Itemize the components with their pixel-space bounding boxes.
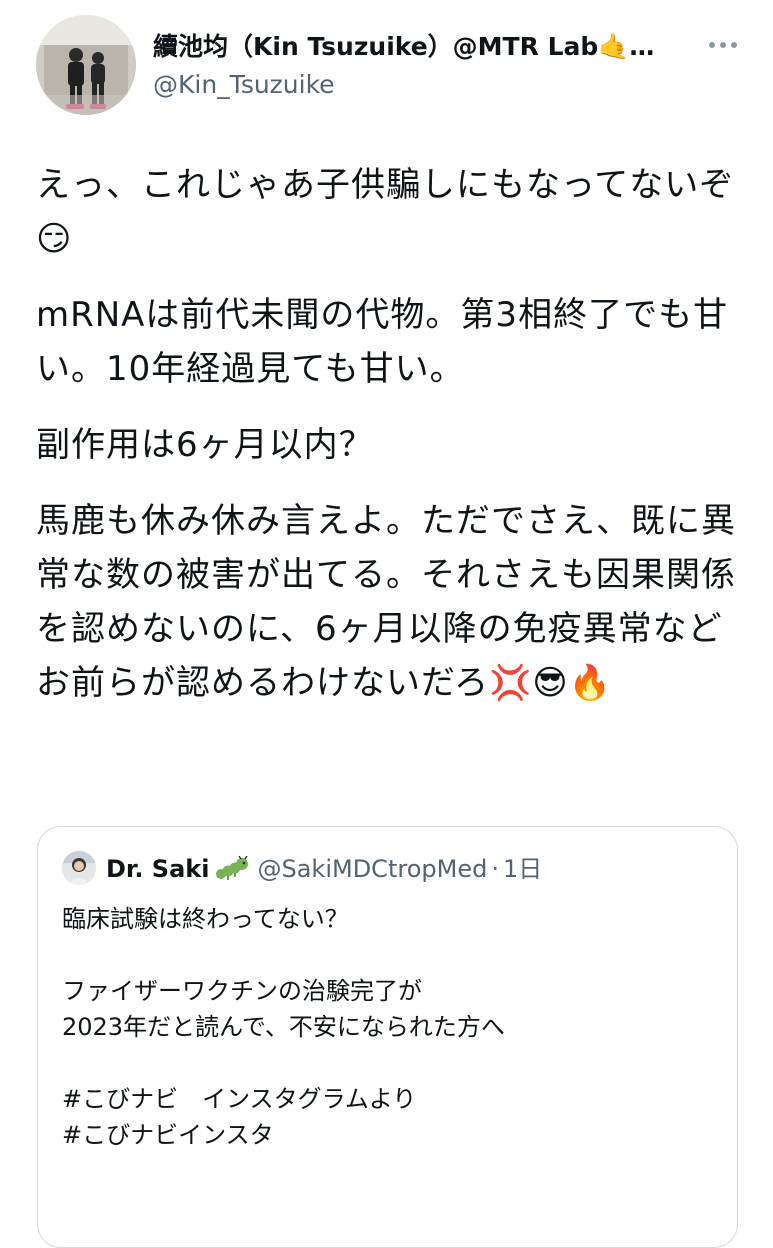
author-display-name[interactable]: 續池均（Kin Tsuzuike）@MTR Lab🤙… <box>153 31 683 63</box>
tweet-paragraph: えっ、これじゃあ子供騙しにもなってないぞ😏 <box>36 165 735 259</box>
hashtag-line[interactable]: #こびナビ インスタグラムより <box>62 1081 712 1117</box>
quoted-text-line: 臨床試験は終わってない？ <box>62 905 349 933</box>
quoted-timestamp[interactable]: 1日 <box>503 853 542 885</box>
quoted-text-line: ファイザーワクチンの治験完了が <box>62 977 422 1005</box>
quoted-tweet-text: 臨床試験は終わってない？ ファイザーワクチンの治験完了が 2023年だと読んで、… <box>62 901 712 1153</box>
separator-dot: · <box>491 855 499 883</box>
tweet-text: えっ、これじゃあ子供騙しにもなってないぞ😏 mRNAは前代未聞の代物。第3相終了… <box>36 158 746 732</box>
quoted-tweet-header: Dr. Saki @SakiMDCtropMed · 1日 <box>106 853 542 885</box>
quoted-text-line: 2023年だと読んで、不安になられた方へ <box>62 1013 505 1041</box>
quoted-author-handle[interactable]: @SakiMDCtropMed <box>257 853 487 885</box>
quoted-author-name[interactable]: Dr. Saki <box>106 853 209 885</box>
hashtag-line[interactable]: #こびナビインスタ <box>62 1117 712 1153</box>
more-options-button[interactable] <box>703 30 743 60</box>
caterpillar-emoji-icon <box>215 856 249 882</box>
quoted-tweet-card[interactable]: Dr. Saki @SakiMDCtropMed · 1日 臨床試験は終わってな… <box>37 826 738 1248</box>
tweet-paragraph: 副作用は6ヶ月以内？ <box>36 425 374 465</box>
quoted-author-avatar[interactable] <box>62 851 96 885</box>
tweet-paragraph: 馬鹿も休み休み言えよ。ただでさえ、既に異常な数の被害が出てる。それさえも因果関係… <box>36 501 736 703</box>
tweet-paragraph: mRNAは前代未聞の代物。第3相終了でも甘い。10年経過見ても甘い。 <box>36 295 729 389</box>
author-avatar[interactable] <box>36 15 136 115</box>
tweet-header: 續池均（Kin Tsuzuike）@MTR Lab🤙… @Kin_Tsuzuik… <box>0 0 773 130</box>
more-horizontal-icon <box>709 42 715 48</box>
quoted-text-line <box>62 1045 712 1081</box>
quoted-text-line <box>62 937 712 973</box>
author-handle[interactable]: @Kin_Tsuzuike <box>153 69 335 101</box>
